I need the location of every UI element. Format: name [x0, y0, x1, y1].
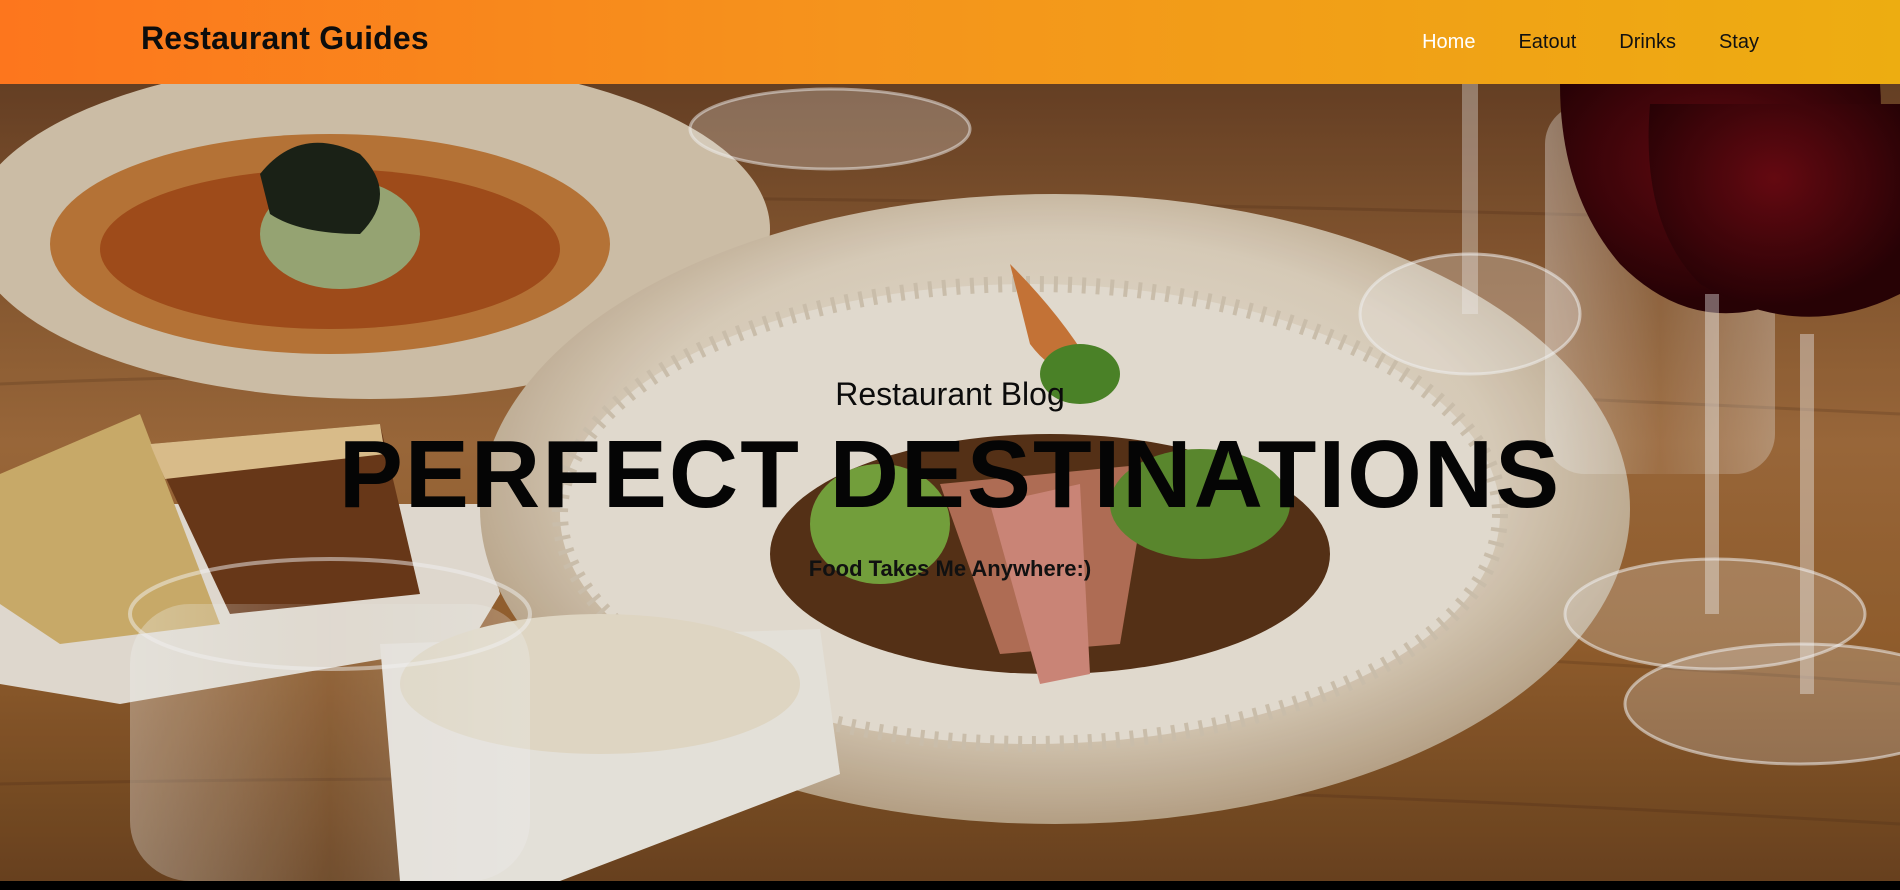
nav-link-eatout[interactable]: Eatout: [1518, 31, 1576, 53]
nav-item-home: Home: [1422, 31, 1475, 54]
nav-item-stay: Stay: [1719, 31, 1759, 54]
nav-link-stay[interactable]: Stay: [1719, 31, 1759, 53]
bottom-edge: [0, 881, 1900, 890]
hero-content: Restaurant Blog PERFECT DESTINATIONS Foo…: [0, 84, 1900, 881]
top-navbar: Restaurant Guides Home Eatout Drinks Sta…: [0, 0, 1900, 84]
nav-link-home[interactable]: Home: [1422, 31, 1475, 53]
nav-link-drinks[interactable]: Drinks: [1619, 31, 1676, 53]
hero-title: PERFECT DESTINATIONS: [338, 421, 1562, 528]
brand-logo-link[interactable]: Restaurant Guides: [141, 20, 429, 57]
nav-item-eatout: Eatout: [1518, 31, 1576, 54]
nav-menu: Home Eatout Drinks Stay: [1379, 0, 1759, 84]
hero-kicker: Restaurant Blog: [835, 376, 1065, 412]
nav-item-drinks: Drinks: [1619, 31, 1676, 54]
hero-tagline: Food Takes Me Anywhere:): [808, 556, 1092, 581]
hero-section: Restaurant Blog PERFECT DESTINATIONS Foo…: [0, 84, 1900, 881]
